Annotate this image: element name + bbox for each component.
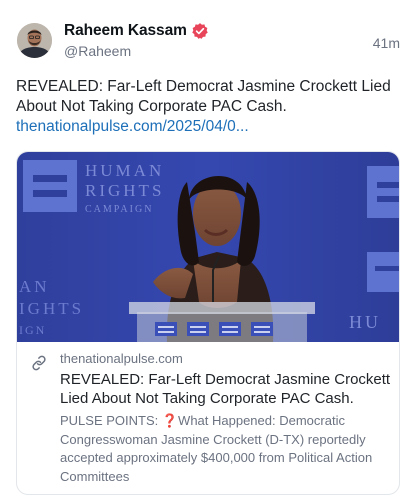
- card-domain[interactable]: thenationalpulse.com: [60, 351, 183, 366]
- card-title[interactable]: REVEALED: Far-Left Democrat Jasmine Croc…: [60, 370, 392, 408]
- post-link[interactable]: thenationalpulse.com/2025/04/0...: [16, 117, 249, 137]
- avatar[interactable]: [17, 23, 52, 58]
- author-row: Raheem Kassam: [64, 22, 209, 40]
- author-name[interactable]: Raheem Kassam: [64, 22, 187, 40]
- author-handle[interactable]: @Raheem: [64, 43, 131, 59]
- banner-text-line1: HUMAN: [85, 161, 164, 180]
- article-image[interactable]: HUMAN RIGHTS CAMPAIGN AN IGHTS IGN HU: [17, 152, 399, 342]
- verified-badge-icon: [192, 23, 208, 39]
- link-icon: [32, 355, 46, 371]
- post[interactable]: Raheem Kassam @Raheem 41m REVEALED: Far-…: [0, 0, 416, 500]
- banner-text-fragment-2: IGHTS: [19, 299, 84, 318]
- post-timestamp[interactable]: 41m: [373, 35, 400, 51]
- banner-text-fragment-3: IGN: [19, 323, 46, 337]
- banner-text-line2: RIGHTS: [85, 181, 164, 200]
- hrc-logo-icon: [23, 160, 77, 212]
- card-description: PULSE POINTS: ❓What Happened: Democratic…: [60, 413, 373, 484]
- post-text: REVEALED: Far-Left Democrat Jasmine Croc…: [16, 78, 391, 115]
- link-preview-card[interactable]: HUMAN RIGHTS CAMPAIGN AN IGHTS IGN HU th…: [16, 151, 400, 495]
- banner-text-fragment-1: AN: [19, 277, 50, 296]
- banner-text-line3: CAMPAIGN: [85, 204, 153, 215]
- banner-text-fragment-4: HU: [349, 312, 381, 332]
